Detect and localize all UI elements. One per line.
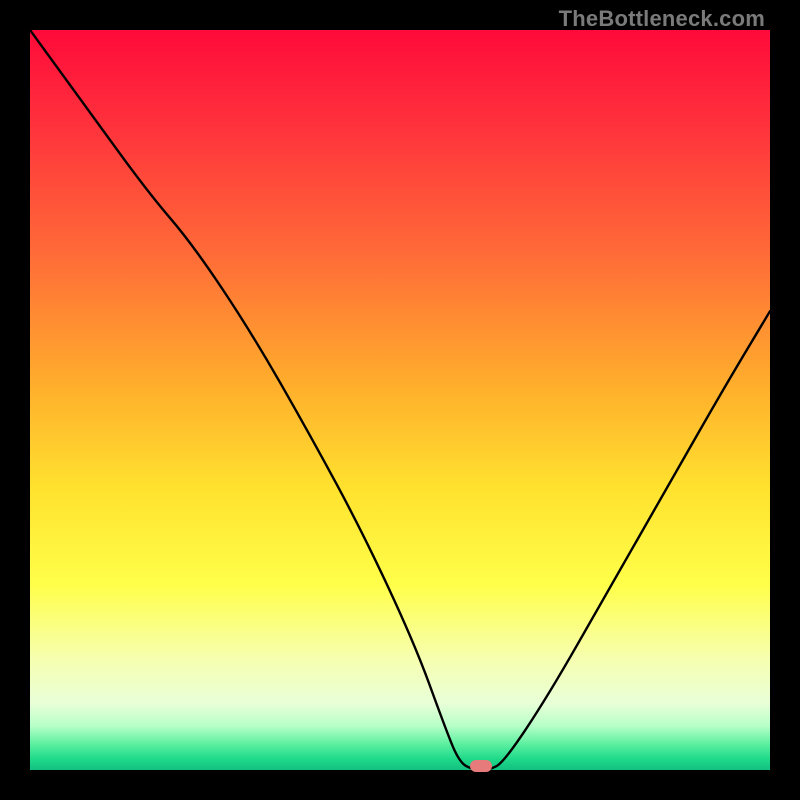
bottleneck-chart	[30, 30, 770, 770]
optimal-point-marker	[470, 760, 492, 772]
watermark-text: TheBottleneck.com	[559, 6, 765, 32]
chart-frame: TheBottleneck.com	[0, 0, 800, 800]
gradient-background	[30, 30, 770, 770]
